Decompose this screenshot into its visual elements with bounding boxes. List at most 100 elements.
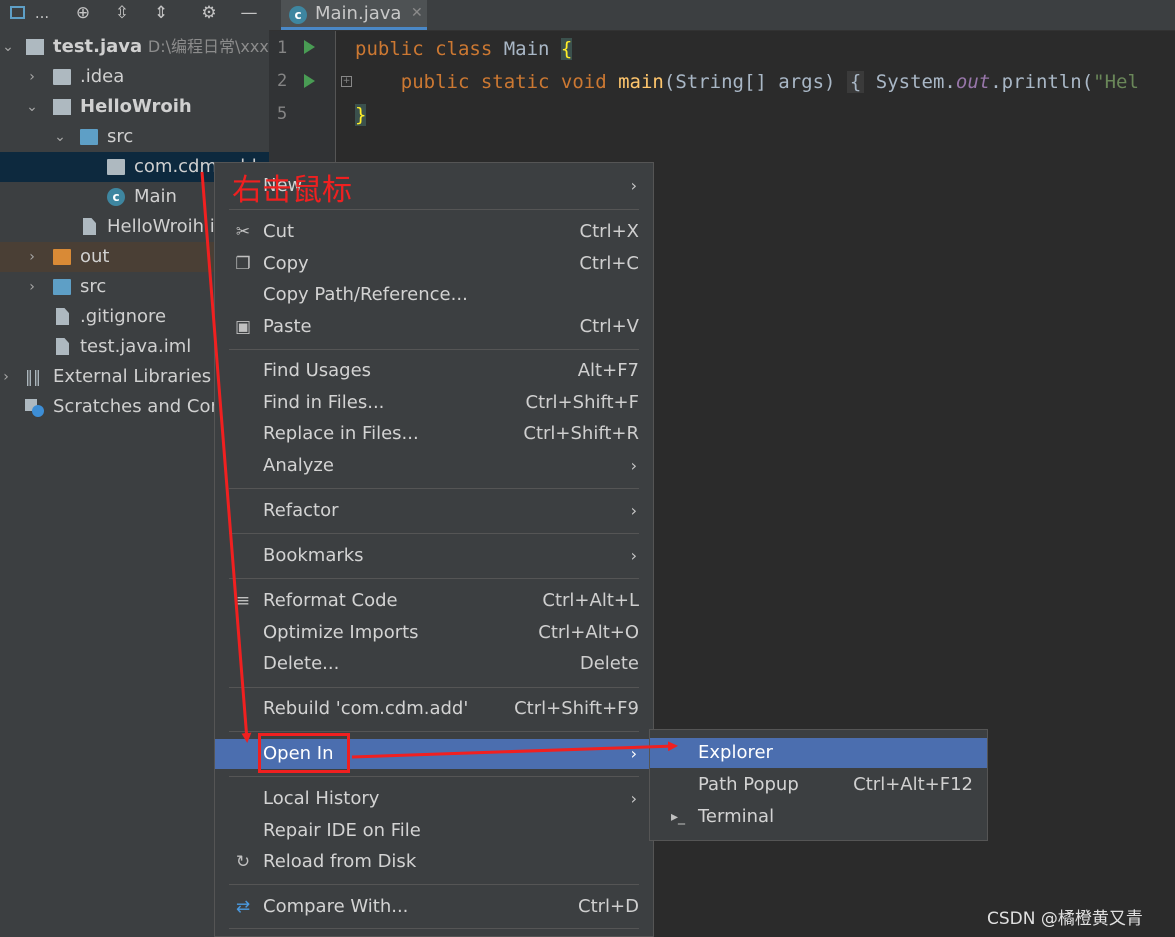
source-folder-icon <box>80 129 98 145</box>
menu-separator <box>229 209 639 210</box>
gear-icon[interactable]: ⚙ <box>198 2 220 24</box>
watermark: CSDN @橘橙黄又青 <box>987 909 1143 929</box>
tree-item-label: .idea <box>80 66 125 87</box>
menu-item-repair-ide[interactable]: Repair IDE on File <box>215 816 653 846</box>
menu-item-copy-path[interactable]: Copy Path/Reference... <box>215 280 653 310</box>
menu-item-compare-with[interactable]: ⇄ Compare With... Ctrl+D <box>215 892 653 922</box>
menu-item-reformat-code[interactable]: ≡ Reformat Code Ctrl+Alt+L <box>215 586 653 616</box>
menu-item-rebuild[interactable]: Rebuild 'com.cdm.add' Ctrl+Shift+F9 <box>215 694 653 724</box>
java-class-icon: c <box>107 188 125 206</box>
tree-item-test-java[interactable]: ⌄ test.java D:\编程日常\xxx\ <box>0 32 269 62</box>
tab-main-java[interactable]: c Main.java ✕ <box>281 0 427 30</box>
tree-item-idea[interactable]: › .idea <box>0 62 269 92</box>
submenu-item-terminal[interactable]: ▸_ Terminal <box>650 802 987 832</box>
libraries-icon: ‖‖ <box>25 367 41 386</box>
package-icon <box>107 159 125 175</box>
chevron-right-icon[interactable]: › <box>24 272 40 302</box>
run-icon[interactable] <box>304 40 315 54</box>
folder-icon <box>53 69 71 85</box>
menu-separator <box>229 884 639 885</box>
clipboard-icon: ▣ <box>234 317 252 337</box>
menu-item-delete[interactable]: Delete... Delete <box>215 649 653 679</box>
java-class-icon: c <box>289 6 307 24</box>
more-icon[interactable]: ... <box>31 2 53 24</box>
project-toolbar: ... ⊕ ⇳ ⇕ ⚙ — <box>0 0 269 27</box>
iml-file-icon <box>56 338 69 355</box>
menu-separator <box>229 776 639 777</box>
tree-item-src[interactable]: ⌄ src <box>0 122 269 152</box>
copy-icon: ❐ <box>235 254 251 274</box>
locate-icon[interactable]: ⊕ <box>72 2 94 24</box>
chevron-right-icon: › <box>630 744 637 763</box>
close-icon[interactable]: ✕ <box>411 0 423 27</box>
annotation-right-click-label: 右击鼠标 <box>232 173 352 208</box>
tree-item-label: test.java.iml <box>80 336 192 357</box>
reload-icon: ↻ <box>235 852 251 872</box>
annotation-highlight-box <box>258 733 350 773</box>
open-in-submenu: Explorer Path Popup Ctrl+Alt+F12 ▸_ Termin… <box>649 729 988 841</box>
menu-item-analyze[interactable]: Analyze › <box>215 451 653 481</box>
tree-item-label: test.java <box>53 36 143 57</box>
scratches-icon <box>25 399 44 417</box>
chevron-right-icon: › <box>630 176 637 195</box>
line-number: 1 <box>277 38 288 58</box>
tree-item-label: src <box>80 276 107 297</box>
source-folder-icon <box>53 279 71 295</box>
minimize-icon[interactable]: — <box>238 2 260 24</box>
menu-separator <box>229 731 639 732</box>
menu-item-paste[interactable]: ▣ Paste Ctrl+V <box>215 312 653 342</box>
menu-item-local-history[interactable]: Local History › <box>215 784 653 814</box>
menu-item-bookmarks[interactable]: Bookmarks › <box>215 541 653 571</box>
chevron-right-icon[interactable]: › <box>24 242 40 272</box>
chevron-down-icon[interactable]: ⌄ <box>0 32 16 62</box>
menu-item-cut[interactable]: ✂ Cut Ctrl+X <box>215 217 653 247</box>
tree-item-label: External Libraries <box>53 366 212 387</box>
iml-file-icon <box>83 218 96 235</box>
chevron-right-icon: › <box>630 501 637 520</box>
menu-item-refactor[interactable]: Refactor › <box>215 496 653 526</box>
menu-item-find-usages[interactable]: Find Usages Alt+F7 <box>215 356 653 386</box>
menu-item-replace-in-files[interactable]: Replace in Files... Ctrl+Shift+R <box>215 419 653 449</box>
code-line-3: } <box>355 104 367 126</box>
menu-separator <box>229 488 639 489</box>
menu-separator <box>229 349 639 350</box>
fold-icon[interactable]: + <box>341 76 352 87</box>
collapse-all-icon[interactable]: ⇕ <box>150 2 172 24</box>
folded-region: { <box>846 71 865 93</box>
excluded-folder-icon <box>53 249 71 265</box>
menu-item-find-in-files[interactable]: Find in Files... Ctrl+Shift+F <box>215 388 653 418</box>
terminal-icon: ▸_ <box>670 809 686 825</box>
chevron-down-icon[interactable]: ⌄ <box>24 92 40 122</box>
chevron-down-icon[interactable]: ⌄ <box>52 122 68 152</box>
menu-separator <box>229 928 639 929</box>
menu-separator <box>229 687 639 688</box>
reformat-icon: ≡ <box>235 591 251 611</box>
run-icon[interactable] <box>304 74 315 88</box>
code-editor[interactable]: public class Main { public static void m… <box>355 34 1139 126</box>
code-line-1: public class Main { <box>355 38 573 60</box>
tree-item-label: out <box>80 246 110 267</box>
menu-separator <box>229 533 639 534</box>
menu-item-optimize-imports[interactable]: Optimize Imports Ctrl+Alt+O <box>215 618 653 648</box>
expand-all-icon[interactable]: ⇳ <box>111 2 133 24</box>
tree-item-label: .gitignore <box>80 306 167 327</box>
chevron-right-icon: › <box>630 789 637 808</box>
line-number: 5 <box>277 104 288 124</box>
menu-item-reload-from-disk[interactable]: ↻ Reload from Disk <box>215 847 653 877</box>
submenu-item-path-popup[interactable]: Path Popup Ctrl+Alt+F12 <box>650 770 987 800</box>
line-number: 2 <box>277 71 288 91</box>
module-icon <box>26 39 44 55</box>
context-menu: New › ✂ Cut Ctrl+X ❐ Copy Ctrl+C Copy Path/Re… <box>214 162 654 937</box>
chevron-right-icon: › <box>630 456 637 475</box>
code-line-2: public static void main(String[] args) {… <box>400 71 1139 93</box>
scissors-icon: ✂ <box>235 222 251 242</box>
chevron-right-icon[interactable]: › <box>0 362 14 392</box>
gitignore-file-icon <box>56 308 69 325</box>
editor-tab-bar: c Main.java ✕ <box>269 0 1175 31</box>
menu-item-copy[interactable]: ❐ Copy Ctrl+C <box>215 249 653 279</box>
chevron-right-icon[interactable]: › <box>24 62 40 92</box>
tree-item-label: src <box>107 126 134 147</box>
window-icon[interactable] <box>6 2 28 24</box>
tree-item-hellowroih[interactable]: ⌄ HelloWroih <box>0 92 269 122</box>
submenu-item-explorer[interactable]: Explorer <box>650 738 987 768</box>
